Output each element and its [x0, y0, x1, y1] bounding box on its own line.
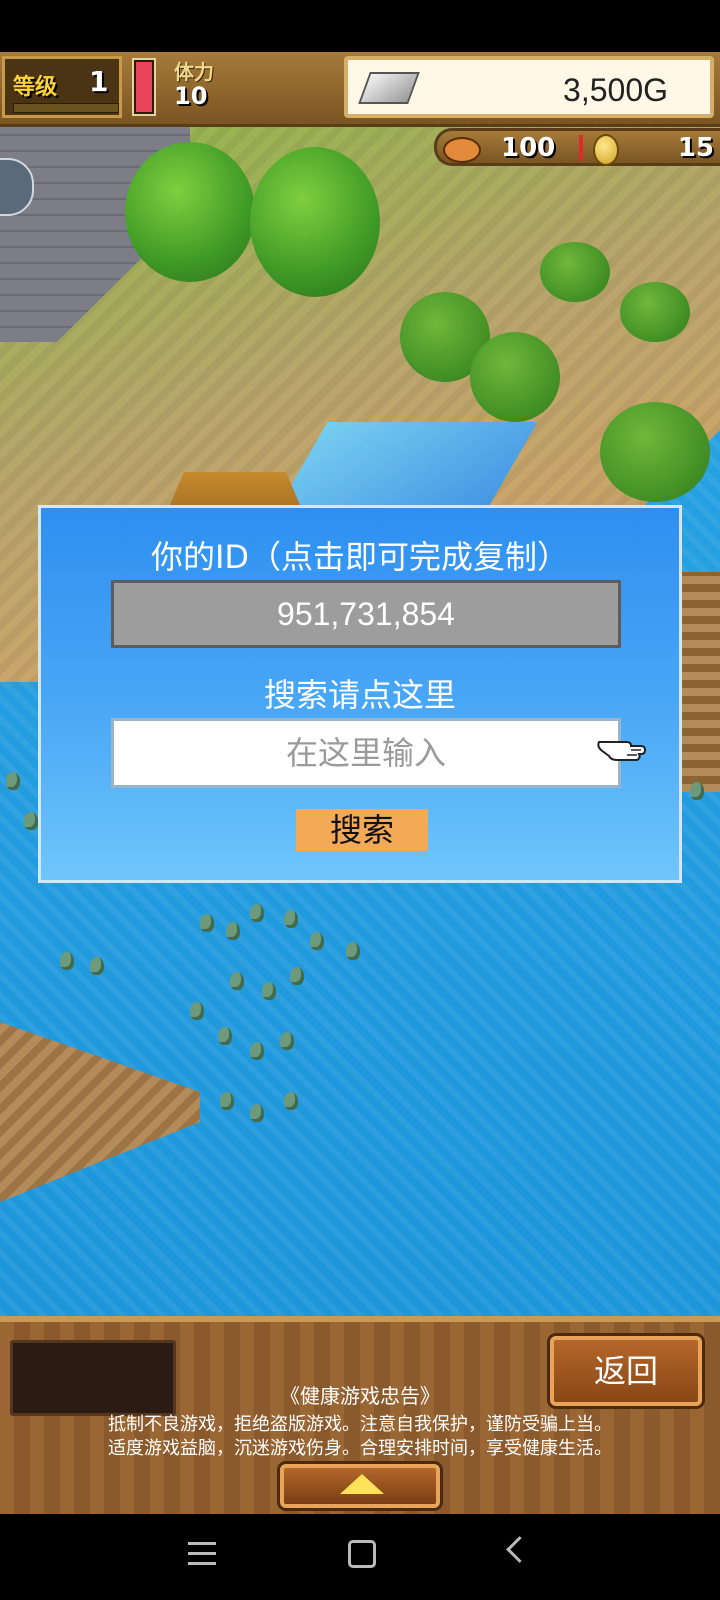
- health-notice-line: 抵制不良游戏，拒绝盗版游戏。注意自我保护，谨防受骗上当。: [108, 1414, 612, 1435]
- level-label: 等级: [13, 75, 58, 100]
- rock: [284, 910, 298, 928]
- stamina-fill: [136, 62, 152, 112]
- experience-bar: [13, 103, 119, 113]
- nav-menu-icon[interactable]: [188, 1542, 216, 1566]
- level-value: 1: [89, 65, 109, 98]
- friend-search-dialog: 你的ID（点击即可完成复制） 951,731,854 搜索请点这里 在这里输入 …: [38, 505, 682, 883]
- rock: [218, 1027, 232, 1045]
- rock: [250, 1104, 264, 1122]
- rock: [346, 942, 360, 960]
- rock: [250, 1042, 264, 1060]
- rock: [230, 972, 244, 990]
- bottom-panel: 返回 《健康游戏忠告》 抵制不良游戏，拒绝盗版游戏。注意自我保护，谨防受骗上当。…: [0, 1316, 720, 1514]
- food-value: 100: [501, 133, 556, 163]
- gold-panel: 3,500G: [344, 56, 714, 118]
- rock: [200, 914, 214, 932]
- rock: [250, 904, 264, 922]
- coin-icon: [593, 134, 619, 166]
- stamina-label: 体力: [174, 60, 214, 84]
- expand-menu-button[interactable]: [280, 1464, 440, 1508]
- level-panel: 等级 1: [2, 56, 122, 118]
- search-label: 搜索请点这里: [263, 676, 456, 714]
- rock: [284, 1092, 298, 1110]
- rock: [90, 957, 104, 975]
- tree: [250, 147, 380, 297]
- rock: [290, 967, 304, 985]
- bush: [540, 242, 610, 302]
- stamina-value: 10: [174, 82, 208, 110]
- health-notice-title: 《健康游戏忠告》: [280, 1384, 440, 1408]
- resource-divider: [579, 135, 583, 161]
- nav-home-icon[interactable]: [348, 1540, 376, 1568]
- top-hud: 等级 1 体力 10 3,500G: [0, 52, 720, 127]
- rock: [24, 812, 38, 830]
- pier: [0, 1022, 200, 1202]
- rock: [310, 932, 324, 950]
- player-id-copy-button[interactable]: 951,731,854: [111, 580, 621, 648]
- rock: [6, 772, 20, 790]
- bush: [600, 402, 710, 502]
- coin-value: 15: [677, 133, 714, 163]
- bush: [470, 332, 560, 422]
- pointing-hand-icon: [597, 741, 647, 761]
- search-button[interactable]: 搜索: [296, 809, 428, 851]
- resource-bar: 100 15: [434, 128, 720, 166]
- stamina-gauge: [132, 58, 156, 116]
- rock: [262, 982, 276, 1000]
- navigation-bar: [0, 1514, 720, 1600]
- rock: [280, 1032, 294, 1050]
- gold-value: 3,500G: [563, 72, 668, 108]
- nav-back-icon[interactable]: [506, 1536, 533, 1563]
- health-notice-line: 适度游戏益脑，沉迷游戏伤身。合理安排时间，享受健康生活。: [108, 1438, 612, 1459]
- rock: [690, 782, 704, 800]
- food-icon: [443, 137, 481, 163]
- rock: [220, 1092, 234, 1110]
- tree: [125, 142, 255, 282]
- status-bar: [0, 0, 720, 52]
- rock: [60, 952, 74, 970]
- rock: [190, 1002, 204, 1020]
- rock: [226, 922, 240, 940]
- search-input[interactable]: 在这里输入: [111, 718, 621, 788]
- triangle-up-icon: [340, 1474, 384, 1494]
- silver-ingot-icon: [358, 72, 420, 104]
- bush: [620, 282, 690, 342]
- dialog-title: 你的ID（点击即可完成复制）: [150, 538, 570, 576]
